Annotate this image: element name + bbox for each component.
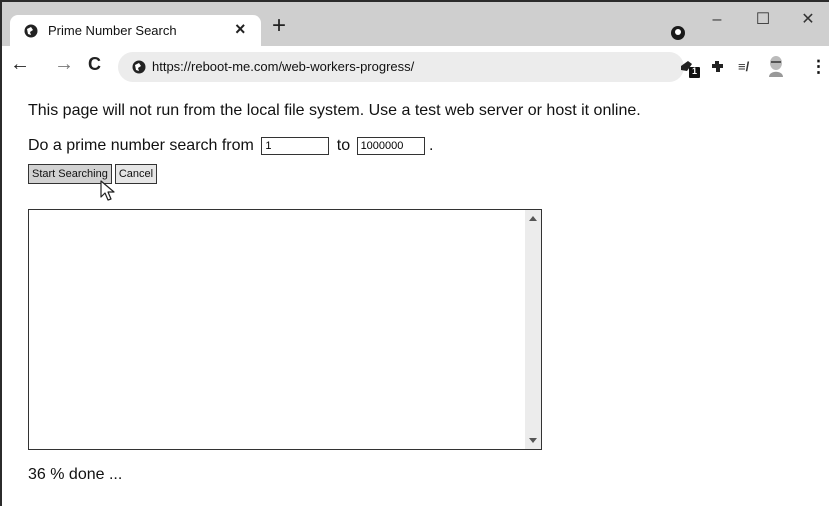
mouse-pointer-icon	[100, 180, 115, 201]
tab-close-button[interactable]: ×	[235, 19, 246, 40]
scroll-up-arrow-icon[interactable]	[529, 216, 537, 221]
range-middle: to	[336, 137, 351, 155]
cancel-button[interactable]: Cancel	[114, 164, 158, 184]
tab-prime-number-search[interactable]: Prime Number Search ×	[10, 15, 261, 46]
results-scrollbar[interactable]	[525, 210, 541, 449]
tab-strip: Prime Number Search × + – ☐ ✕	[2, 2, 829, 46]
tab-title: Prime Number Search	[48, 23, 177, 38]
maximize-button[interactable]: ☐	[740, 2, 786, 38]
scroll-down-arrow-icon[interactable]	[529, 438, 537, 443]
back-button[interactable]: ←	[10, 54, 30, 74]
button-row: Start Searching Cancel	[28, 164, 160, 184]
browser-window: Prime Number Search × + – ☐ ✕ ← → C http…	[0, 0, 829, 506]
url-text: https://reboot-me.com/web-workers-progre…	[152, 59, 415, 74]
results-textarea[interactable]	[28, 209, 542, 450]
site-info-icon[interactable]	[132, 60, 146, 74]
minimize-button[interactable]: –	[694, 2, 740, 38]
close-window-button[interactable]: ✕	[785, 2, 829, 38]
profile-avatar-icon[interactable]	[767, 55, 785, 77]
kebab-menu-icon[interactable]: ⋮	[810, 57, 827, 77]
address-bar[interactable]: https://reboot-me.com/web-workers-progre…	[118, 52, 684, 82]
progress-status: 36 % done ...	[28, 466, 123, 483]
tab-search-icon[interactable]	[671, 26, 685, 40]
puzzle-extensions-icon[interactable]	[711, 59, 725, 75]
browser-toolbar: ← → C https://reboot-me.com/web-workers-…	[2, 46, 829, 92]
reload-button[interactable]: C	[88, 55, 101, 73]
forward-button[interactable]: →	[54, 54, 74, 74]
new-tab-button[interactable]: +	[272, 14, 286, 38]
to-input[interactable]	[356, 137, 425, 155]
globe-icon	[24, 24, 38, 38]
extension-badge-icon[interactable]	[679, 58, 701, 78]
reading-list-icon[interactable]: ≡/	[738, 59, 749, 74]
intro-text: This page will not run from the local fi…	[28, 102, 641, 119]
from-input[interactable]	[261, 137, 330, 155]
extension-badge-count: 1	[692, 66, 698, 76]
range-suffix: .	[429, 137, 434, 155]
range-prefix: Do a prime number search from	[28, 137, 254, 155]
range-row: Do a prime number search from to .	[28, 137, 433, 155]
